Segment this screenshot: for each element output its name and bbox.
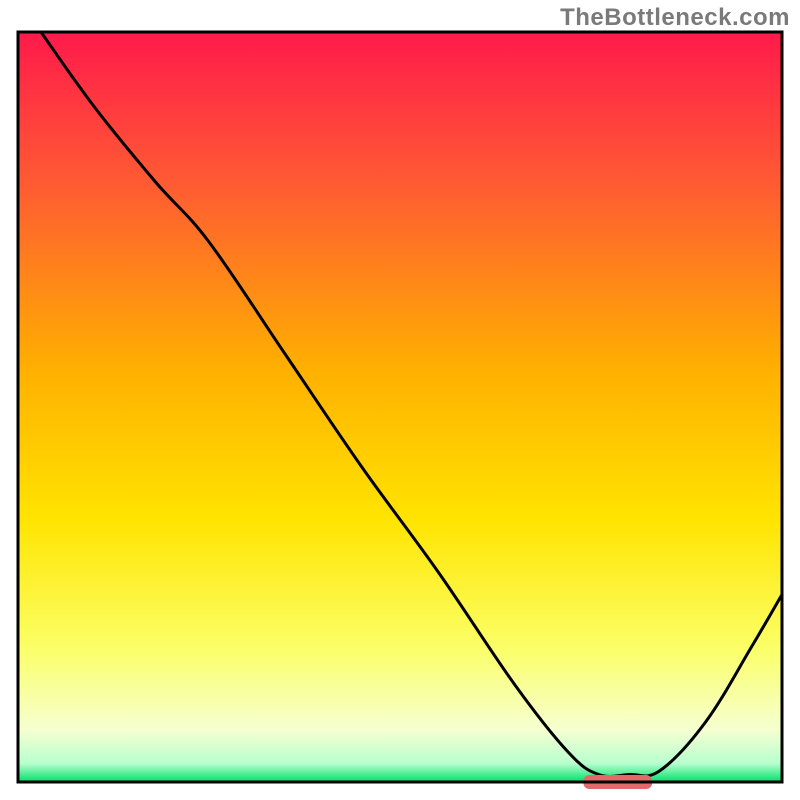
plot-background (18, 32, 782, 782)
chart-container: TheBottleneck.com (0, 0, 800, 800)
watermark-text: TheBottleneck.com (560, 4, 790, 32)
bottleneck-chart (0, 0, 800, 800)
